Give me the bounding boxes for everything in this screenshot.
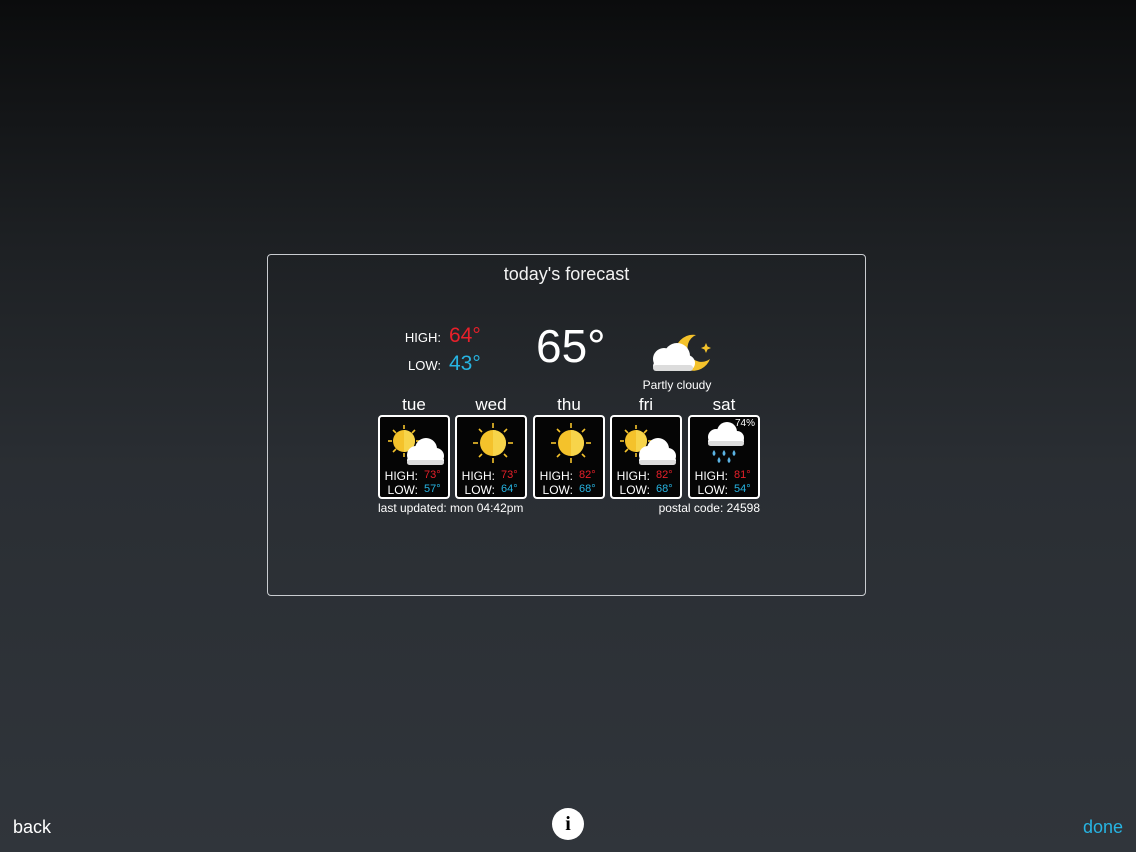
- current-temperature: 65°: [536, 320, 606, 372]
- high-value: 73°: [501, 469, 518, 481]
- day-card: HIGH: 73° LOW: 57°: [378, 415, 450, 499]
- low-value: 68°: [579, 483, 596, 495]
- high-label: HIGH:: [694, 469, 728, 483]
- forecast-day: wed HIGH: 73° LOW: 64°: [455, 395, 527, 501]
- postal-code: postal code: 24598: [658, 501, 760, 515]
- precipitation-chance: 74%: [734, 418, 755, 429]
- forecast-day: tue HIGH: 73° LOW: 57°: [378, 395, 450, 501]
- day-name: wed: [475, 395, 507, 414]
- day-card: 74% HIGH: 81° LOW: 54°: [688, 415, 760, 499]
- day-card: HIGH: 73° LOW: 64°: [455, 415, 527, 499]
- info-button[interactable]: i: [552, 808, 584, 840]
- forecast-day: sat 74% HIGH: 81° LOW: 54°: [688, 395, 760, 501]
- low-value: 57°: [424, 483, 441, 495]
- low-label: LOW:: [542, 483, 573, 497]
- low-label: LOW:: [619, 483, 650, 497]
- day-card: HIGH: 82° LOW: 68°: [610, 415, 682, 499]
- forecast-day: fri HIGH: 82° LOW: 68°: [610, 395, 682, 501]
- high-value: 73°: [424, 469, 441, 481]
- high-label: HIGH:: [539, 469, 573, 483]
- today-high-value: 64°: [449, 324, 481, 347]
- low-label: LOW:: [697, 483, 728, 497]
- forecast-days: tue HIGH: 73° LOW: 57° wed HIGH: 73° LOW…: [378, 395, 762, 501]
- low-value: 64°: [501, 483, 518, 495]
- today-high-label: HIGH:: [404, 330, 441, 345]
- day-card: HIGH: 82° LOW: 68°: [533, 415, 605, 499]
- low-label: LOW:: [387, 483, 418, 497]
- today-high-low: HIGH: 64° LOW: 43°: [404, 324, 487, 380]
- day-name: fri: [638, 395, 654, 414]
- day-name: thu: [557, 395, 581, 414]
- high-value: 82°: [579, 469, 596, 481]
- last-updated: last updated: mon 04:42pm: [378, 501, 524, 515]
- low-value: 68°: [656, 483, 673, 495]
- forecast-panel: today's forecast HIGH: 64° LOW: 43° 65° …: [267, 254, 866, 596]
- day-name: sat: [712, 395, 736, 414]
- done-button[interactable]: done: [1083, 817, 1123, 838]
- panel-title: today's forecast: [503, 264, 630, 284]
- low-label: LOW:: [464, 483, 495, 497]
- condition-text: Partly cloudy: [642, 378, 712, 392]
- low-value: 54°: [734, 483, 751, 495]
- high-label: HIGH:: [384, 469, 418, 483]
- high-label: HIGH:: [616, 469, 650, 483]
- back-button[interactable]: back: [13, 817, 51, 838]
- today-low-value: 43°: [449, 352, 481, 375]
- high-value: 82°: [656, 469, 673, 481]
- partly-cloudy-icon: [620, 425, 676, 465]
- partly-cloudy-night-icon: [653, 334, 711, 371]
- today-low-label: LOW:: [408, 358, 441, 373]
- day-name: tue: [402, 395, 426, 414]
- high-value: 81°: [734, 469, 751, 481]
- high-label: HIGH:: [461, 469, 495, 483]
- partly-cloudy-icon: [388, 425, 444, 465]
- forecast-day: thu HIGH: 82° LOW: 68°: [533, 395, 605, 501]
- sunny-icon: [473, 423, 513, 463]
- sunny-icon: [551, 423, 591, 463]
